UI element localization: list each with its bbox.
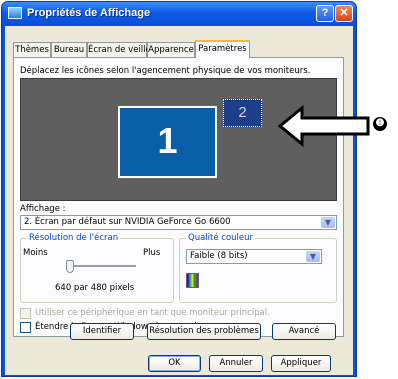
callout-badge: ❶ [373, 117, 387, 131]
monitor-description: Déplacez les icônes selon l'agencement p… [20, 66, 311, 76]
close-button[interactable]: ✕ [335, 5, 353, 22]
ok-button[interactable]: OK [148, 355, 201, 372]
apply-button[interactable]: Appliquer [271, 355, 331, 372]
display-icon [8, 7, 22, 19]
monitor-1[interactable]: 1 [118, 106, 217, 178]
resolution-min-label: Moins [23, 248, 48, 258]
primary-monitor-checkbox[interactable] [20, 308, 31, 319]
color-quality-group: Qualité couleur Faible (8 bits) ▼ [179, 233, 337, 303]
resolution-group: Résolution de l'écran Moins Plus 640 par… [20, 233, 174, 303]
monitor-2[interactable]: 2 [223, 99, 262, 127]
help-button[interactable]: ? [316, 5, 334, 22]
cancel-button[interactable]: Annuler [209, 355, 263, 372]
display-select[interactable]: 2. Écran par défaut sur NVIDIA GeForce G… [20, 215, 337, 230]
title-bar[interactable]: Propriétés de Affichage ? ✕ [2, 2, 356, 26]
display-properties-window: Propriétés de Affichage ? ✕ Thèmes Burea… [1, 1, 357, 377]
tab-settings[interactable]: Paramètres [195, 40, 250, 58]
resolution-slider-thumb[interactable] [66, 260, 74, 273]
identify-button[interactable]: Identifier [70, 323, 134, 340]
color-quality-select[interactable]: Faible (8 bits) ▼ [186, 249, 322, 264]
color-palette-icon [186, 273, 199, 288]
color-quality-value: Faible (8 bits) [190, 251, 248, 261]
tab-themes[interactable]: Thèmes [13, 42, 51, 57]
window-title: Propriétés de Affichage [27, 7, 151, 19]
resolution-value: 640 par 480 pixels [55, 283, 135, 293]
color-quality-group-label: Qualité couleur [186, 233, 256, 243]
chevron-down-icon[interactable]: ▼ [321, 217, 335, 228]
resolution-slider[interactable] [66, 260, 136, 273]
pointer-arrow-icon [278, 104, 370, 148]
advanced-button[interactable]: Avancé [272, 323, 336, 340]
primary-monitor-label: Utiliser ce périphérique en tant que mon… [35, 308, 270, 318]
display-select-value: 2. Écran par défaut sur NVIDIA GeForce G… [24, 217, 231, 227]
chevron-down-icon[interactable]: ▼ [306, 251, 320, 262]
dialog-body: Thèmes Bureau Écran de veille Apparence … [5, 26, 353, 375]
extend-desktop-checkbox[interactable] [20, 322, 31, 333]
settings-panel: Déplacez les icônes selon l'agencement p… [13, 57, 344, 337]
resolution-max-label: Plus [143, 248, 161, 258]
resolution-group-label: Résolution de l'écran [27, 233, 121, 243]
tab-appearance[interactable]: Apparence [147, 42, 195, 57]
display-label: Affichage : [20, 204, 66, 214]
tab-screensaver[interactable]: Écran de veille [87, 42, 151, 57]
troubleshoot-button[interactable]: Résolution des problèmes [147, 323, 261, 340]
tab-desktop[interactable]: Bureau [51, 42, 87, 57]
